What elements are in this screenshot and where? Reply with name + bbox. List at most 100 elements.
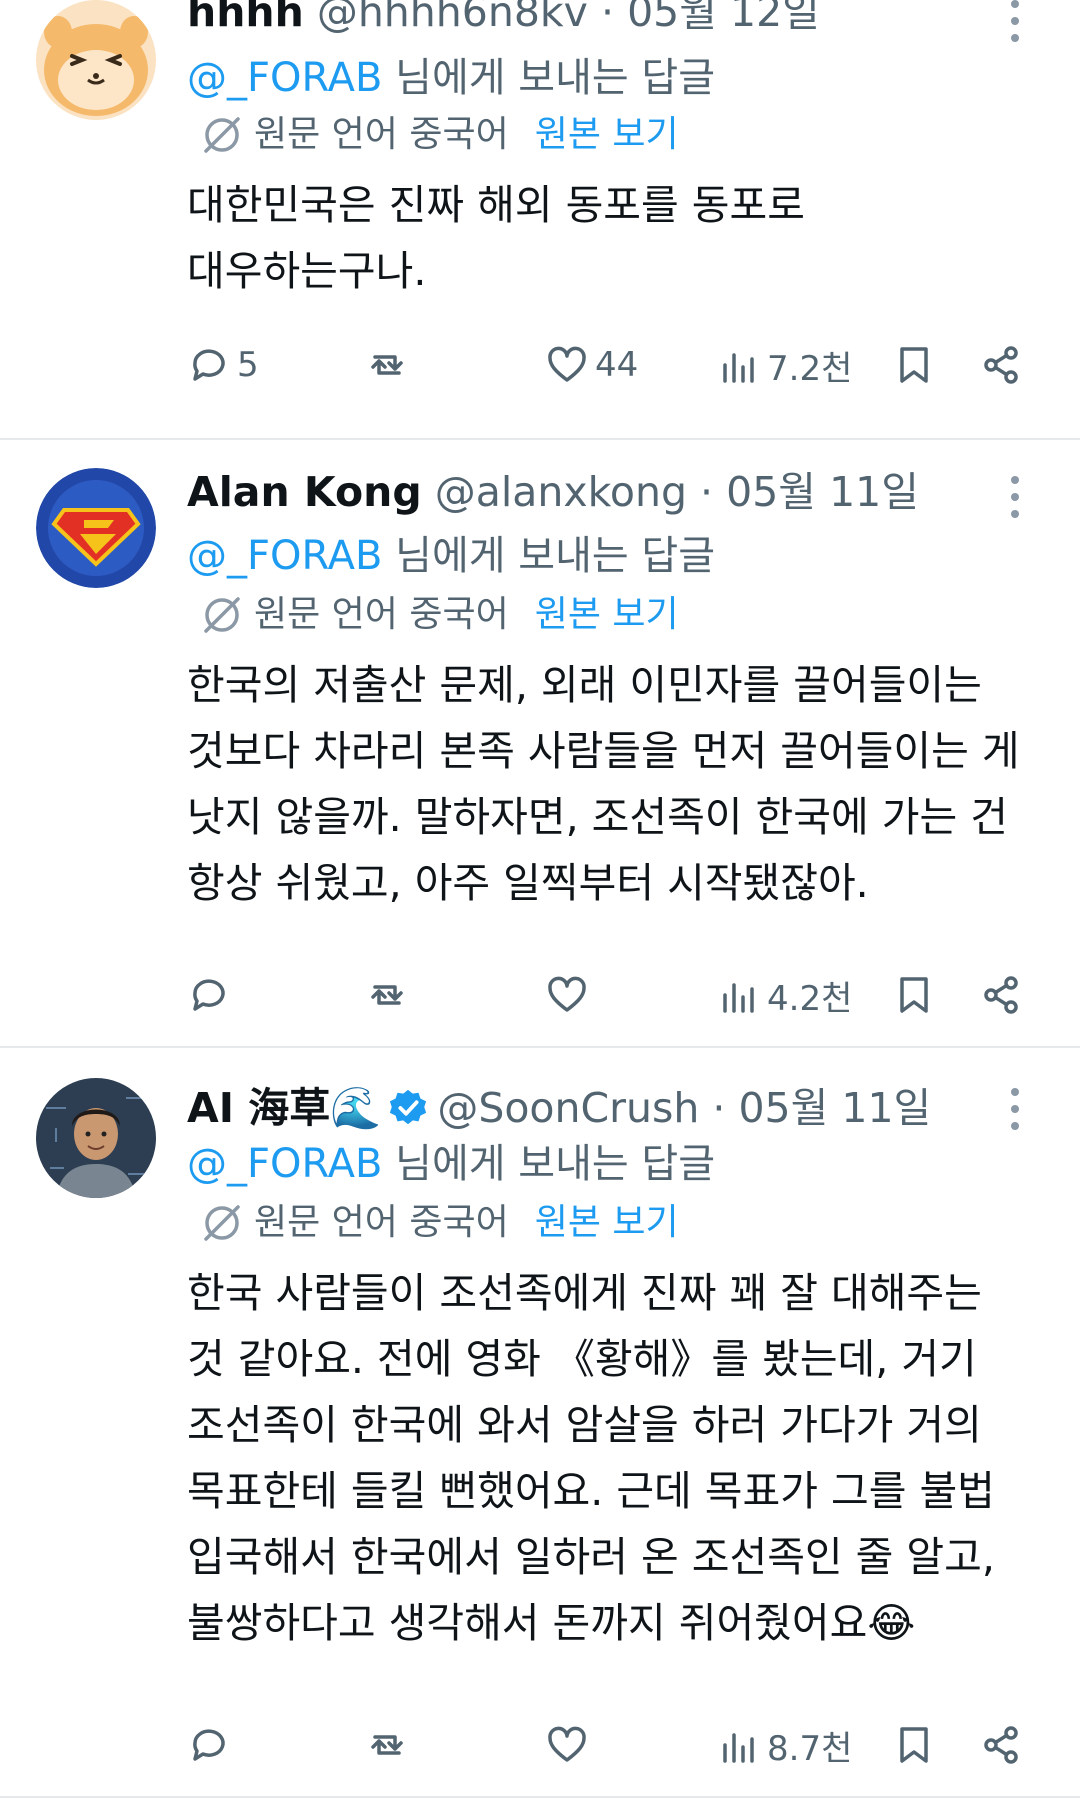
display-name[interactable]: hhhh — [187, 0, 304, 36]
more-options-button[interactable] — [1008, 476, 1022, 518]
user-handle[interactable]: @alanxkong — [435, 468, 687, 516]
share-button[interactable] — [979, 1720, 1023, 1770]
tweet-body-line: 항상 쉬웠고, 아주 일찍부터 시작됐잖아. — [187, 859, 869, 907]
tweet-body-line: 것보다 차라리 본족 사람들을 먼저 끌어들이는 게 — [187, 727, 1020, 775]
bookmark-icon — [900, 1727, 928, 1763]
tweet-body-line: 조선족이 한국에 와서 암살을 하러 가다가 거의 — [187, 1401, 982, 1449]
share-icon — [984, 1726, 1018, 1764]
retweet-icon — [371, 985, 403, 1005]
tweet-body-line: 한국의 저출산 문제, 외래 이민자를 끌어들이는 — [187, 661, 982, 709]
share-icon — [984, 976, 1018, 1014]
tweet-body-line: 한국 사람들이 조선족에게 진짜 꽤 잘 대해주는 — [187, 1269, 982, 1317]
tweet-date[interactable]: 05월 11일 — [738, 1080, 931, 1136]
tweet-actions: 4.2천 — [187, 970, 1040, 1020]
heart-icon — [548, 976, 586, 1012]
reply-button[interactable] — [187, 1720, 237, 1770]
translation-notice: 원문 언어 중국어 원본 보기 — [200, 590, 679, 640]
tweet-actions: 8.7천 — [187, 1720, 1040, 1770]
show-original-link[interactable]: 원본 보기 — [535, 1198, 679, 1248]
user-handle[interactable]: @SoonCrush — [437, 1080, 699, 1136]
bookmark-button[interactable] — [892, 970, 936, 1020]
replying-to: @_FORAB 님에게 보내는 답글 — [187, 1136, 715, 1192]
tweet-body-line: 대우하는구나. — [187, 247, 427, 295]
show-original-link[interactable]: 원본 보기 — [535, 110, 679, 160]
views-button[interactable]: 8.7천 — [717, 1720, 852, 1770]
more-dot — [1011, 493, 1019, 501]
bar-chart-icon — [723, 353, 754, 383]
tweet-body: 한국 사람들이 조선족에게 진짜 꽤 잘 대해주는 것 같아요. 전에 영화 《… — [187, 1260, 1040, 1656]
translation-notice: 원문 언어 중국어 원본 보기 — [200, 1198, 679, 1248]
avatar-superman[interactable] — [36, 468, 156, 588]
replying-to: @_FORAB 님에게 보내는 답글 — [187, 528, 715, 584]
separator-dot: · — [712, 1084, 726, 1132]
tweet-3[interactable]: AI 海草🌊 @SoonCrush · 05월 11일 @_FORAB 님에게 … — [0, 1048, 1080, 1798]
reply-mention-link[interactable]: @_FORAB — [187, 1141, 382, 1187]
bar-chart-icon — [723, 1733, 754, 1763]
tweet-body: 한국의 저출산 문제, 외래 이민자를 끌어들이는 것보다 차라리 본족 사람들… — [187, 652, 1040, 916]
views-button[interactable]: 7.2천 — [717, 340, 852, 390]
show-original-link[interactable]: 원본 보기 — [535, 590, 679, 640]
speech-bubble-icon — [193, 1729, 225, 1761]
like-button[interactable]: 44 — [545, 340, 638, 390]
like-button[interactable] — [545, 1720, 595, 1770]
retweet-button[interactable] — [365, 1720, 415, 1770]
reply-mention-link[interactable]: @_FORAB — [187, 533, 382, 579]
more-dots-icon — [1011, 476, 1019, 484]
bookmark-icon — [900, 977, 928, 1013]
bar-chart-icon — [723, 983, 754, 1013]
translate-icon — [204, 117, 240, 153]
heart-icon — [548, 346, 586, 382]
more-dot — [1011, 34, 1019, 42]
tweet-body-line: 것 같아요. 전에 영화 《황해》를 봤는데, 거기 — [187, 1335, 977, 1383]
bookmark-button[interactable] — [892, 340, 936, 390]
more-dots-icon — [1011, 1088, 1019, 1096]
more-dot — [1011, 1122, 1019, 1130]
share-button[interactable] — [979, 970, 1023, 1020]
reply-suffix: 님에게 보내는 답글 — [382, 533, 716, 579]
reply-suffix: 님에게 보내는 답글 — [382, 55, 716, 101]
separator-dot: · — [600, 0, 615, 36]
verified-badge-icon — [390, 1089, 427, 1125]
reply-button[interactable]: 5 — [187, 340, 259, 390]
tweet-body-line: 목표한테 들킬 뻔했어요. 근데 목표가 그를 불법 — [187, 1467, 995, 1515]
hamster-avatar-image — [36, 0, 156, 120]
display-name[interactable]: Alan Kong — [187, 468, 422, 516]
retweet-button[interactable] — [365, 340, 415, 390]
translate-icon — [204, 1205, 240, 1241]
tweet-2[interactable]: Alan Kong @alanxkong · 05월 11일 @_FORAB 님… — [0, 440, 1080, 1048]
retweet-button[interactable] — [365, 970, 415, 1020]
like-count: 44 — [595, 345, 639, 385]
tweet-1[interactable]: hhhh @hhhh6n8kv · 05월 12일 @_FORAB 님에게 보내… — [0, 0, 1080, 440]
tweet-header: hhhh @hhhh6n8kv · 05월 12일 — [187, 0, 970, 40]
tweet-date[interactable]: 05월 11일 — [726, 468, 919, 516]
retweet-icon — [371, 1735, 403, 1755]
tweet-body-line: 입국해서 한국에서 일하러 온 조선족인 줄 알고, — [187, 1533, 995, 1581]
replying-to: @_FORAB 님에게 보내는 답글 — [187, 50, 715, 106]
translate-icon — [204, 597, 240, 633]
more-options-button[interactable] — [1008, 0, 1022, 42]
like-button[interactable] — [545, 970, 595, 1020]
view-count: 4.2천 — [767, 978, 853, 1019]
share-button[interactable] — [979, 340, 1023, 390]
more-options-button[interactable] — [1008, 1088, 1022, 1130]
view-count: 8.7천 — [767, 1728, 853, 1769]
reply-suffix: 님에게 보내는 답글 — [382, 1141, 716, 1187]
reply-count: 5 — [237, 345, 259, 385]
avatar-ai-portrait[interactable] — [36, 1078, 156, 1198]
display-name[interactable]: AI 海草🌊 — [187, 1080, 381, 1136]
translated-from-label: 원문 언어 중국어 — [254, 114, 509, 155]
avatar-hamster[interactable] — [36, 0, 156, 120]
reply-button[interactable] — [187, 970, 237, 1020]
more-dots-icon — [1011, 0, 1019, 8]
tweet-body: 대한민국은 진짜 해외 동포를 동포로 대우하는구나. — [187, 172, 1040, 304]
tweet-actions: 5 44 7.2천 — [187, 340, 1040, 390]
translation-notice: 원문 언어 중국어 원본 보기 — [200, 110, 679, 160]
reply-mention-link[interactable]: @_FORAB — [187, 55, 382, 101]
more-dot — [1011, 1105, 1019, 1113]
more-dot — [1011, 17, 1019, 25]
tweet-header: AI 海草🌊 @SoonCrush · 05월 11일 — [187, 1080, 970, 1136]
views-button[interactable]: 4.2천 — [717, 970, 852, 1020]
bookmark-button[interactable] — [892, 1720, 936, 1770]
tweet-date[interactable]: 05월 12일 — [627, 0, 820, 36]
user-handle[interactable]: @hhhh6n8kv — [317, 0, 588, 36]
